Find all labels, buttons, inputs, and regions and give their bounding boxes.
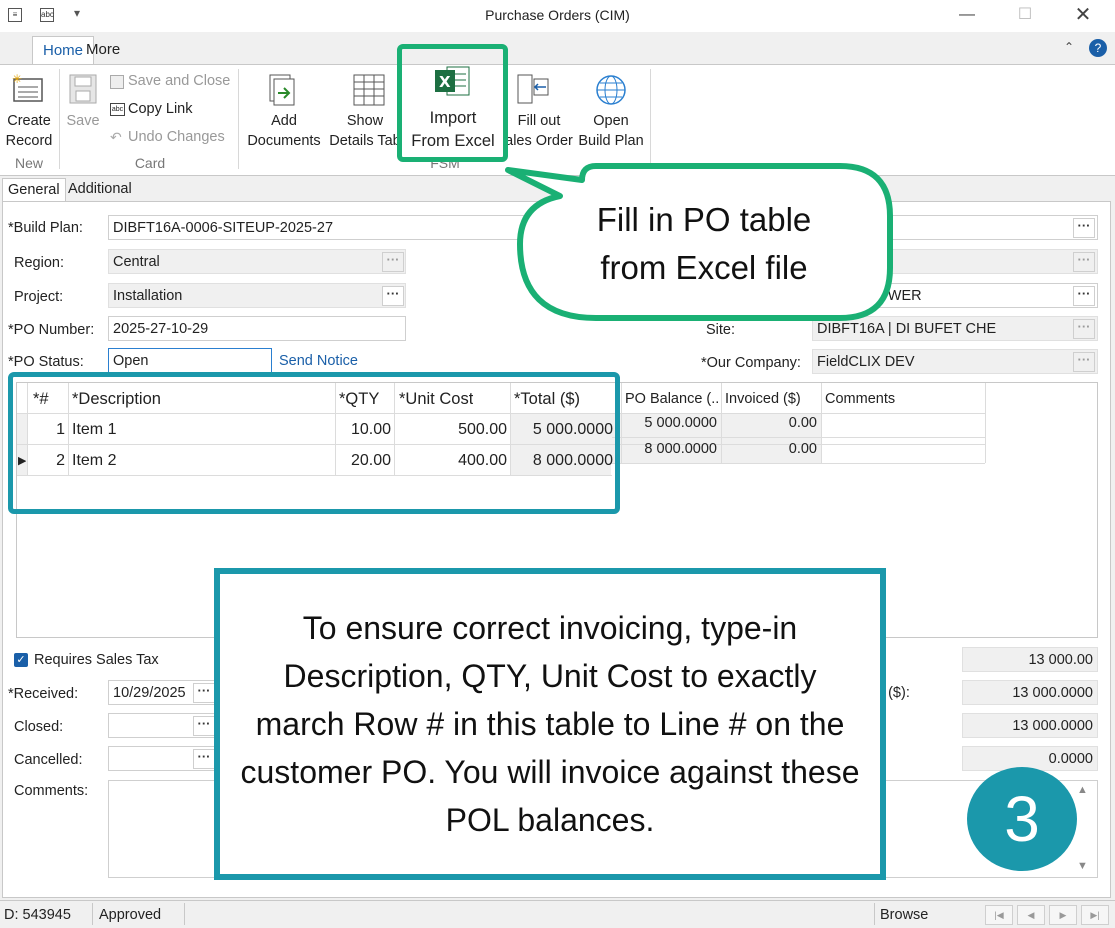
scroll-down-icon[interactable]: ▼	[1077, 860, 1088, 872]
group-label-card: Card	[134, 155, 166, 171]
ribbon-separator	[650, 69, 651, 169]
po-status-field[interactable]: Open	[108, 348, 272, 373]
info-callout-text: To ensure correct invoicing, type-in Des…	[240, 610, 860, 838]
build-plan-lookup-button[interactable]: ···	[1073, 218, 1095, 238]
scroll-up-icon[interactable]: ▲	[1077, 784, 1088, 796]
create-record-button[interactable]: Create Record	[4, 111, 54, 151]
region-label: Region:	[14, 255, 64, 271]
copy-link-icon: abc	[110, 103, 125, 116]
copy-link-button[interactable]: Copy Link	[128, 101, 192, 117]
nav-prev-button[interactable]: ◀	[1017, 905, 1045, 925]
import-callout-text: Fill in PO table from Excel file	[596, 201, 812, 286]
total-field-3: 13 000.0000	[962, 713, 1098, 738]
our-company-field[interactable]: FieldCLIX DEV	[812, 349, 1098, 374]
project-lookup-button[interactable]: ···	[382, 286, 404, 306]
save-and-close-icon	[110, 75, 124, 89]
tab-general[interactable]: General	[2, 178, 66, 202]
requires-sales-tax-checkbox[interactable]: ✓	[14, 653, 28, 667]
record-id: D: 543945	[4, 907, 71, 923]
group-label-new: New	[14, 155, 43, 171]
add-documents-button[interactable]: Add Documents	[244, 111, 324, 151]
fill-out-sales-order-button[interactable]: Fill out ales Order	[504, 111, 574, 151]
close-button[interactable]: ✕	[1068, 4, 1098, 26]
minimize-button[interactable]: —	[952, 4, 982, 26]
col-header-po-balance[interactable]: PO Balance (...	[625, 389, 719, 409]
total-field-2: 13 000.0000	[962, 680, 1098, 705]
site-lookup-button[interactable]: ···	[1073, 319, 1095, 339]
cancelled-label: Cancelled:	[14, 752, 83, 768]
globe-icon	[596, 75, 626, 105]
tab-additional[interactable]: Additional	[63, 178, 137, 202]
table-icon	[353, 74, 385, 106]
row2-po-balance[interactable]: 8 000.0000	[625, 439, 717, 459]
send-notice-link[interactable]: Send Notice	[279, 353, 358, 369]
save-icon	[69, 74, 97, 104]
table-highlight	[8, 372, 620, 514]
received-label: *Received:	[8, 686, 79, 702]
import-button-highlight	[397, 44, 508, 162]
project-field[interactable]: Installation	[108, 283, 406, 308]
nav-next-button[interactable]: ▶	[1049, 905, 1077, 925]
ribbon-tab-row	[0, 32, 1115, 64]
po-status-label: *PO Status:	[8, 354, 84, 370]
po-number-field[interactable]: 2025-27-10-29	[108, 316, 406, 341]
comments-label: Comments:	[14, 783, 89, 799]
col-header-invoiced[interactable]: Invoiced ($)	[725, 389, 801, 409]
undo-changes-button[interactable]: Undo Changes	[128, 129, 225, 145]
closed-label: Closed:	[14, 719, 64, 735]
ribbon-separator	[59, 69, 60, 169]
po-number-label: *PO Number:	[8, 322, 95, 338]
build-plan-label: *Build Plan:	[8, 220, 83, 236]
view-mode: Browse	[880, 907, 929, 923]
row2-invoiced[interactable]: 0.00	[725, 439, 817, 459]
collapse-ribbon-icon[interactable]: ⌃	[1064, 40, 1074, 54]
window-title: Purchase Orders (CIM)	[485, 7, 630, 23]
col-header-comments[interactable]: Comments	[825, 389, 895, 409]
tab-more[interactable]: More	[76, 36, 130, 64]
help-icon[interactable]: ?	[1089, 39, 1107, 57]
region-field[interactable]: Central	[108, 249, 406, 274]
requires-sales-tax-label: Requires Sales Tax	[34, 652, 159, 668]
right-lookup-row3[interactable]: ···	[1073, 286, 1095, 306]
info-callout-box: To ensure correct invoicing, type-in Des…	[214, 568, 886, 880]
add-documents-icon	[269, 74, 295, 106]
ribbon-separator	[238, 69, 239, 169]
save-and-close-button[interactable]: Save and Close	[128, 73, 230, 89]
open-build-plan-button[interactable]: Open Build Plan	[576, 111, 646, 151]
our-company-label: *Our Company:	[701, 355, 801, 371]
project-label: Project:	[14, 289, 64, 305]
record-state: Approved	[99, 907, 162, 923]
status-bar: D: 543945 Approved Browse |◀ ◀ ▶ ▶|	[0, 900, 1115, 928]
undo-icon: ↶	[110, 129, 122, 145]
create-record-icon: ✳	[12, 73, 43, 102]
step-number-badge: 3	[967, 767, 1077, 871]
our-company-lookup-button[interactable]: ···	[1073, 352, 1095, 372]
nav-last-button[interactable]: ▶|	[1081, 905, 1109, 925]
title-bar: ≡ abc ▾ Purchase Orders (CIM) — ☐ ✕	[0, 0, 1115, 32]
row1-invoiced[interactable]: 0.00	[725, 413, 817, 433]
row1-po-balance[interactable]: 5 000.0000	[625, 413, 717, 433]
total-field-1: 13 000.00	[962, 647, 1098, 672]
region-lookup-button[interactable]: ···	[382, 252, 404, 272]
right-lookup-row2[interactable]: ···	[1073, 252, 1095, 272]
received-date-picker-button[interactable]: ···	[193, 683, 215, 703]
maximize-button[interactable]: ☐	[1010, 4, 1040, 26]
fill-out-sales-order-icon	[517, 74, 549, 104]
svg-text:✳: ✳	[12, 73, 22, 86]
cancelled-date-picker-button[interactable]: ···	[193, 749, 215, 769]
closed-date-picker-button[interactable]: ···	[193, 716, 215, 736]
nav-first-button[interactable]: |◀	[985, 905, 1013, 925]
show-details-table-button[interactable]: Show Details Tab	[326, 111, 404, 151]
save-button[interactable]: Save	[62, 111, 104, 131]
